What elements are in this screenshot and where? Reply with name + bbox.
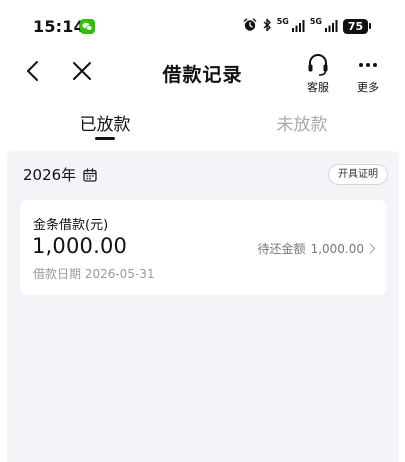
status-time: 15:14 (33, 17, 85, 36)
more-button[interactable]: 更多 (350, 52, 386, 94)
record-tabs: 已放款 未放款 (0, 104, 405, 146)
signal-1-icon (291, 17, 305, 36)
issue-certificate-button[interactable]: 开具证明 (328, 164, 388, 185)
year-filter-row: 2026年 开具证明 (7, 151, 399, 195)
nav-bar: 借款记录 客服 更多 (0, 48, 405, 94)
loan-date: 借款日期 2026-05-31 (33, 267, 155, 281)
loan-record-card[interactable]: 金条借款(元) 1,000.00 借款日期 2026-05-31 待还金额 1,… (20, 200, 386, 295)
headset-icon (308, 54, 328, 76)
customer-service-button[interactable]: 客服 (300, 52, 336, 94)
battery-tip (369, 23, 371, 29)
battery-icon: 75 (343, 18, 368, 34)
page-title: 借款记录 (162, 64, 243, 86)
more-label: 更多 (357, 81, 379, 94)
tab-disbursed[interactable]: 已放款 (55, 110, 155, 135)
year-label[interactable]: 2026年 (23, 164, 76, 185)
pending-repayment[interactable]: 待还金额 1,000.00 (258, 240, 376, 257)
pending-repayment-label: 待还金额 (257, 242, 306, 256)
status-bar: 15:14 5G 5G 75 (0, 0, 405, 44)
more-dots-icon (359, 63, 377, 67)
loan-records-page: 15:14 5G 5G 75 借款记录 客服 更多 已放款 未放款 2026年 … (0, 0, 405, 462)
signal-2-label: 5G (309, 16, 322, 26)
loan-product-name: 金条借款(元) (33, 218, 109, 233)
customer-service-label: 客服 (307, 81, 329, 94)
tab-undisbursed[interactable]: 未放款 (252, 110, 352, 135)
bluetooth-icon (262, 17, 272, 36)
loan-amount: 1,000.00 (32, 234, 128, 258)
chevron-right-icon (369, 243, 376, 254)
signal-2-icon (325, 17, 338, 36)
active-tab-indicator (95, 137, 115, 140)
alarm-icon (243, 17, 257, 36)
records-content: 2026年 开具证明 金条借款(元) 1,000.00 借款日期 2026-05… (7, 151, 399, 462)
calendar-icon[interactable] (83, 167, 97, 182)
status-icons: 5G 5G 75 (243, 17, 371, 35)
signal-1-label: 5G (276, 16, 289, 26)
wechat-notification-icon (80, 19, 95, 34)
pending-repayment-amount: 1,000.00 (310, 241, 364, 256)
